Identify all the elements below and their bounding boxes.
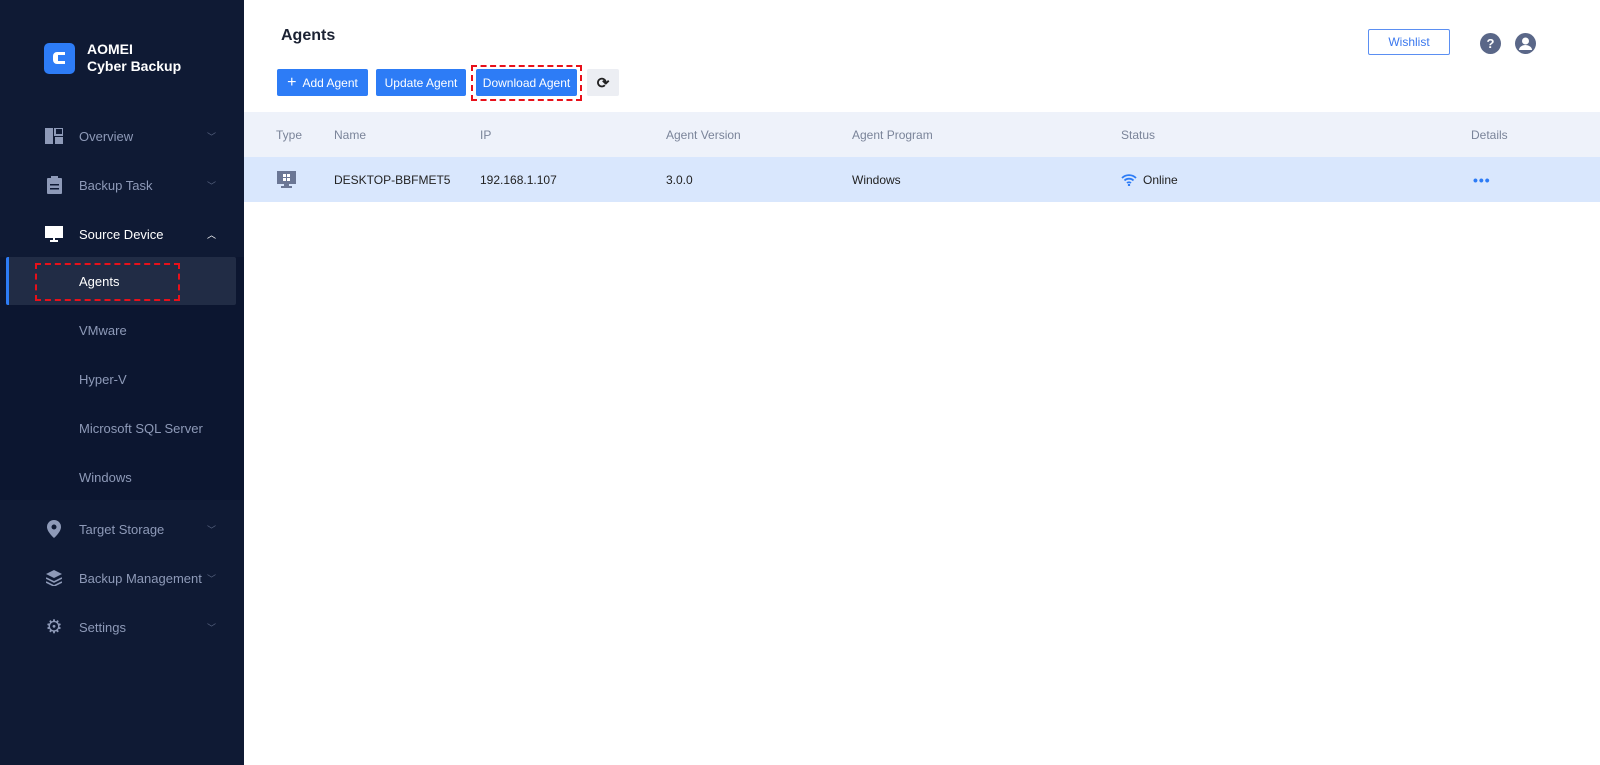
sidebar-item-label: Backup Management [79, 570, 202, 586]
cell-name: DESKTOP-BBFMET5 [334, 172, 451, 187]
layers-icon [45, 569, 63, 587]
sidebar-item-settings[interactable]: ⚙ Settings ﹀ [0, 607, 244, 647]
chevron-down-icon: ﹀ [207, 573, 217, 584]
sidebar: AOMEI Cyber Backup Overview ﹀ Backup Task ﹀… [0, 0, 244, 765]
add-agent-label: Add Agent [302, 75, 358, 90]
cell-ip: 192.168.1.107 [480, 172, 557, 187]
sidebar-item-label: Source Device [79, 226, 164, 242]
more-options-icon[interactable]: ••• [1473, 157, 1491, 202]
user-avatar-icon[interactable] [1515, 33, 1536, 54]
update-agent-button[interactable]: Update Agent [376, 69, 466, 96]
app-logo: AOMEI Cyber Backup [44, 41, 181, 75]
sidebar-item-overview[interactable]: Overview ﹀ [0, 116, 244, 156]
cell-version: 3.0.0 [666, 172, 693, 187]
chevron-down-icon: ﹀ [207, 524, 217, 535]
column-ip: IP [480, 127, 492, 142]
app-name-line1: AOMEI [87, 41, 133, 57]
table-header: Type Name IP Agent Version Agent Program… [244, 112, 1600, 157]
sidebar-item-target-storage[interactable]: Target Storage ﹀ [0, 509, 244, 549]
chevron-down-icon: ﹀ [207, 180, 217, 191]
monitor-icon [45, 225, 63, 243]
column-name: Name [334, 127, 367, 142]
wishlist-button[interactable]: Wishlist [1368, 29, 1450, 55]
column-agent-program: Agent Program [852, 127, 933, 142]
column-details: Details [1471, 127, 1508, 142]
sidebar-item-label: Overview [79, 128, 134, 144]
sidebar-subitem-hyper-v[interactable]: Hyper-V [0, 355, 244, 403]
column-status: Status [1121, 127, 1156, 142]
status-text: Online [1143, 172, 1178, 187]
chevron-down-icon: ﹀ [207, 622, 217, 633]
table-row[interactable]: DESKTOP-BBFMET5 192.168.1.107 3.0.0 Wind… [244, 157, 1600, 202]
sidebar-item-source-device[interactable]: Source Device ︿ [0, 214, 244, 254]
chevron-down-icon: ﹀ [207, 131, 217, 142]
cell-program: Windows [852, 172, 901, 187]
highlight-box-download [471, 65, 582, 101]
sidebar-subitem-vmware[interactable]: VMware [0, 306, 244, 354]
sidebar-subitem-label: Hyper-V [79, 371, 127, 387]
windows-computer-icon [277, 157, 296, 202]
sidebar-item-label: Settings [79, 619, 126, 635]
sidebar-subitem-label: VMware [79, 322, 127, 338]
sidebar-item-backup-task[interactable]: Backup Task ﹀ [0, 165, 244, 205]
highlight-box-agents [35, 263, 180, 301]
sidebar-item-label: Backup Task [79, 177, 153, 193]
plus-icon: + [287, 73, 297, 91]
chevron-up-icon: ︿ [207, 229, 217, 240]
sidebar-item-backup-management[interactable]: Backup Management ﹀ [0, 558, 244, 598]
refresh-icon: ⟳ [596, 74, 610, 92]
sidebar-subitem-windows[interactable]: Windows [0, 453, 244, 501]
sidebar-item-label: Target Storage [79, 521, 165, 537]
clipboard-icon [45, 176, 63, 194]
help-icon[interactable]: ? [1480, 33, 1501, 54]
wifi-icon [1121, 173, 1137, 186]
add-agent-button[interactable]: + Add Agent [277, 69, 368, 96]
main-content: Agents + Add Agent Update Agent Download … [244, 0, 1600, 765]
dashboard-icon [45, 127, 63, 145]
column-type: Type [276, 127, 303, 142]
page-title: Agents [281, 27, 336, 44]
cell-status: Online [1121, 157, 1178, 202]
gear-icon: ⚙ [45, 616, 63, 638]
sidebar-subitem-label: Windows [79, 469, 132, 485]
sidebar-subitem-sql-server[interactable]: Microsoft SQL Server [0, 404, 244, 452]
refresh-button[interactable]: ⟳ [587, 69, 619, 96]
app-name-line2: Cyber Backup [87, 58, 182, 74]
sidebar-subitem-label: Microsoft SQL Server [79, 420, 203, 436]
location-pin-icon [45, 520, 63, 538]
column-agent-version: Agent Version [666, 127, 741, 142]
logo-icon [44, 42, 75, 74]
